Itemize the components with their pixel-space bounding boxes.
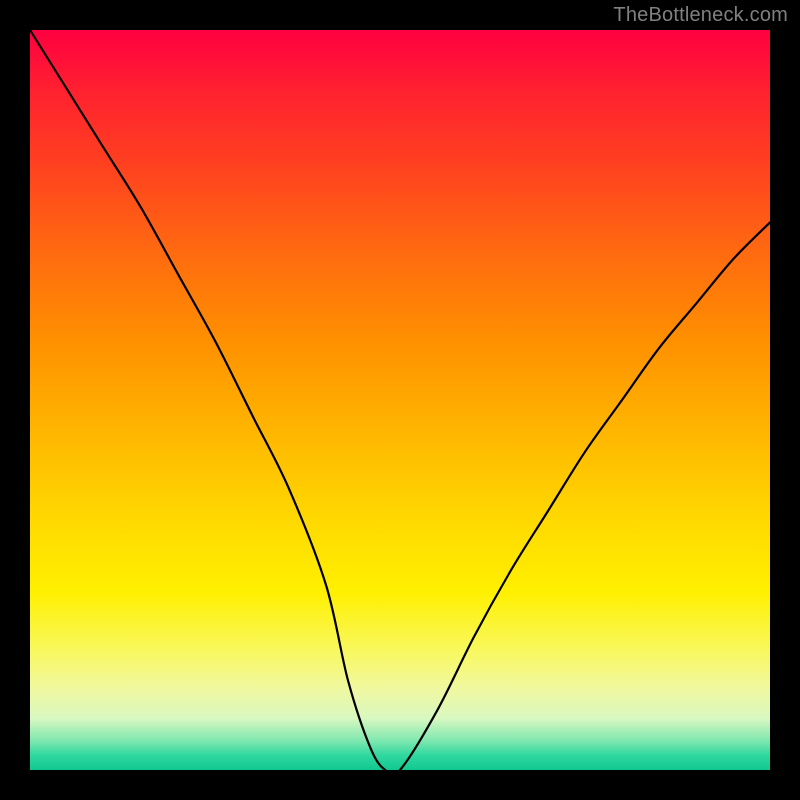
chart-container: TheBottleneck.com — [0, 0, 800, 800]
bottleneck-curve — [30, 30, 770, 770]
watermark-text: TheBottleneck.com — [613, 4, 788, 27]
plot-area — [30, 30, 770, 770]
